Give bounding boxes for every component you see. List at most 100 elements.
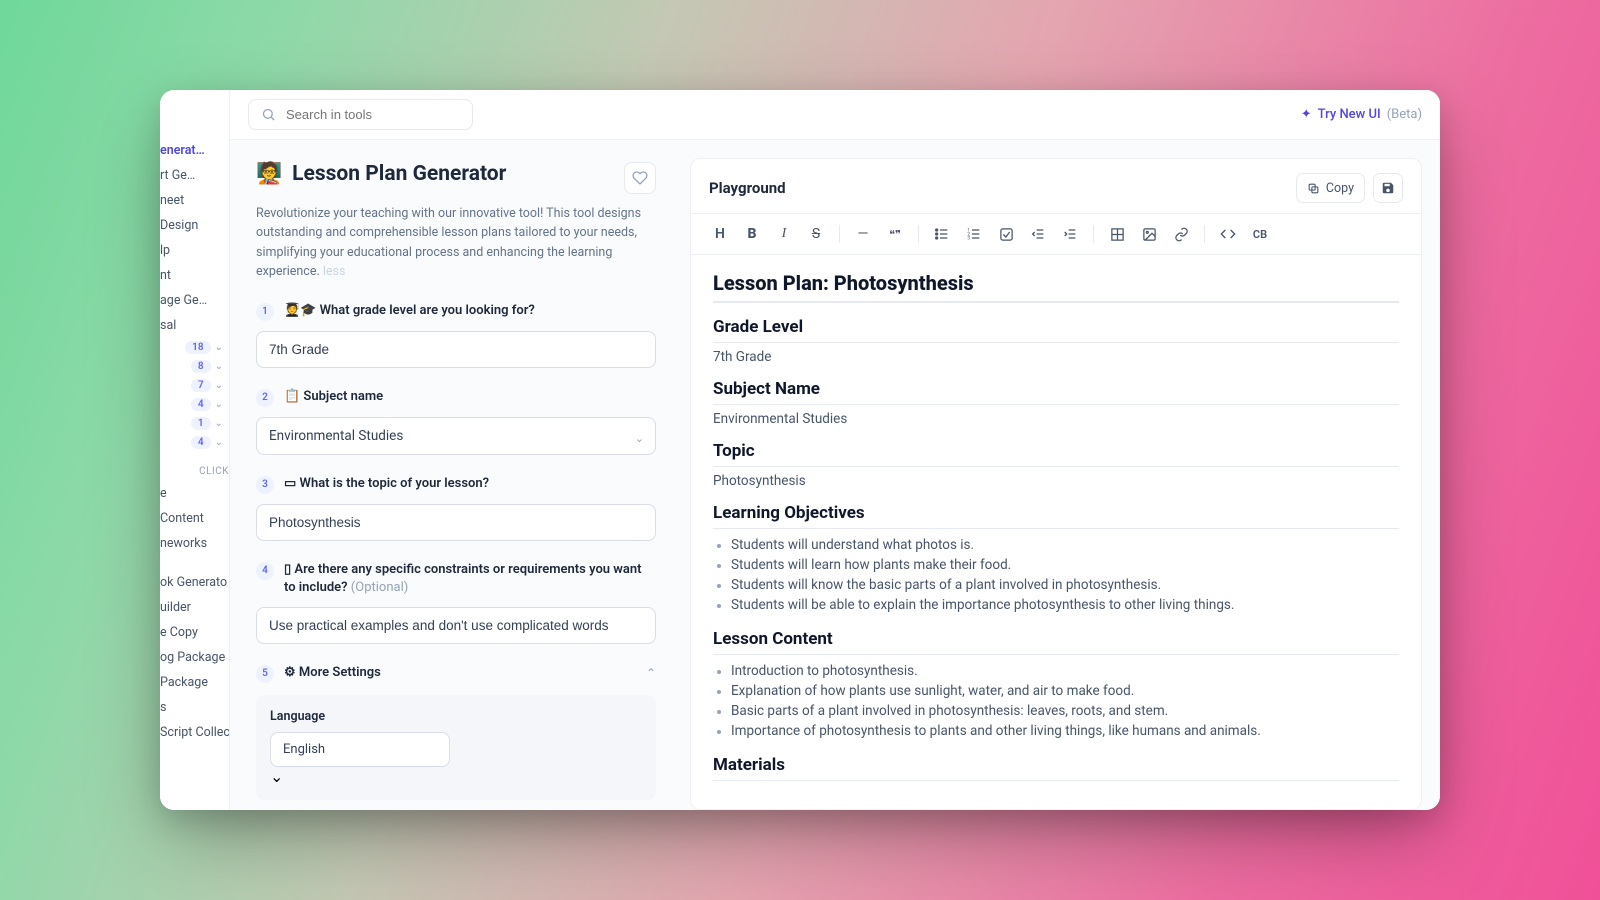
sidebar-collapse-row[interactable]: 8⌄ — [160, 357, 229, 376]
sidebar-collapse-row[interactable]: 4⌄ — [160, 433, 229, 452]
try-new-ui-label: Try New UI — [1318, 107, 1381, 122]
sidebar-item[interactable]: s — [160, 695, 229, 720]
language-select[interactable]: English — [270, 732, 450, 767]
step-label: ⚙ More Settings — [284, 664, 381, 682]
sidebar-item[interactable]: rt Ge… — [160, 163, 229, 188]
image-button[interactable] — [1134, 220, 1164, 248]
step-emoji: ▭ — [284, 476, 296, 491]
output-card: Playground Copy H — [690, 158, 1422, 810]
tool-title-text: Lesson Plan Generator — [292, 162, 506, 186]
step-label: ▭ What is the topic of your lesson? — [284, 475, 489, 493]
step-emoji: 🧑‍🎓🎓 — [284, 303, 316, 318]
step-emoji: ▯ — [284, 562, 291, 577]
chevron-down-icon: ⌄ — [215, 399, 223, 410]
strikethrough-button[interactable]: S — [801, 220, 831, 248]
count-badge: 18 — [185, 341, 210, 354]
codeblock-button[interactable]: CB — [1245, 220, 1275, 248]
step-number: 1 — [256, 303, 274, 321]
link-button[interactable] — [1166, 220, 1196, 248]
doc-heading-content: Lesson Content — [713, 629, 1399, 655]
sidebar-item[interactable]: e — [160, 481, 229, 506]
code-button[interactable] — [1213, 220, 1243, 248]
chevron-down-icon: ⌄ — [215, 380, 223, 391]
step-number: 2 — [256, 389, 274, 407]
list-item: Students will understand what photos is. — [717, 535, 1399, 555]
less-toggle[interactable]: less — [323, 264, 346, 279]
outdent-button[interactable] — [1023, 220, 1053, 248]
search-input[interactable] — [286, 107, 460, 122]
search-box[interactable] — [248, 99, 473, 130]
chevron-down-icon: ⌄ — [215, 437, 223, 448]
sparkle-icon: ✦ — [1301, 107, 1312, 122]
sidebar-item[interactable]: sal — [160, 313, 229, 338]
output-panel: Playground Copy H — [682, 140, 1440, 810]
hr-button[interactable]: — — [848, 220, 878, 248]
heading-button[interactable]: H — [705, 220, 735, 248]
sidebar-item[interactable]: neworks — [160, 531, 229, 556]
list-item: Students will learn how plants make thei… — [717, 555, 1399, 575]
content-list: Introduction to photosynthesis.Explanati… — [713, 661, 1399, 741]
sidebar-item[interactable]: Design — [160, 213, 229, 238]
italic-button[interactable]: I — [769, 220, 799, 248]
sidebar-item[interactable]: neet — [160, 188, 229, 213]
sidebar-item[interactable]: age Ge… — [160, 288, 229, 313]
doc-title: Lesson Plan: Photosynthesis — [713, 271, 1399, 303]
beta-label: (Beta) — [1387, 107, 1422, 122]
favorite-button[interactable] — [624, 162, 656, 194]
doc-heading-subject: Subject Name — [713, 379, 1399, 405]
more-settings-toggle[interactable]: 5 ⚙ More Settings ⌃ — [256, 664, 656, 683]
subject-select[interactable]: Environmental Studies — [256, 417, 656, 455]
chevron-down-icon: ⌄ — [215, 418, 223, 429]
copy-icon — [1307, 182, 1320, 195]
sidebar-item[interactable]: enerat… — [160, 138, 229, 163]
sidebar-item[interactable]: Script Collec — [160, 720, 229, 745]
chevron-down-icon: ⌄ — [270, 767, 283, 786]
sidebar-item[interactable]: Package — [160, 670, 229, 695]
form-step-subject: 2 📋 Subject name Environmental Studies ⌄ — [256, 388, 656, 455]
tool-description: Revolutionize your teaching with our inn… — [256, 204, 656, 282]
sidebar-item[interactable]: ok Generato — [160, 570, 229, 595]
objectives-list: Students will understand what photos is.… — [713, 535, 1399, 615]
toolbar-separator — [1093, 225, 1094, 243]
sidebar-collapse-row[interactable]: 4⌄ — [160, 395, 229, 414]
sidebar-collapse-row[interactable]: 1⌄ — [160, 414, 229, 433]
count-badge: 1 — [191, 417, 211, 430]
try-new-ui-link[interactable]: ✦ Try New UI (Beta) — [1301, 107, 1422, 122]
sidebar-item[interactable]: e Copy — [160, 620, 229, 645]
step-number: 5 — [256, 665, 274, 683]
constraints-input[interactable] — [256, 607, 656, 644]
bullet-list-button[interactable] — [927, 220, 957, 248]
sidebar-item[interactable]: og Package — [160, 645, 229, 670]
quote-button[interactable]: ❝❞ — [880, 220, 910, 248]
save-button[interactable] — [1373, 173, 1403, 203]
grade-input[interactable] — [256, 331, 656, 368]
count-badge: 7 — [191, 379, 211, 392]
sidebar-item[interactable]: lp — [160, 238, 229, 263]
table-button[interactable] — [1102, 220, 1132, 248]
sidebar-item[interactable]: uilder — [160, 595, 229, 620]
sidebar-item[interactable]: Content — [160, 506, 229, 531]
sidebar-collapse-row[interactable]: 18⌄ — [160, 338, 229, 357]
doc-heading-objectives: Learning Objectives — [713, 503, 1399, 529]
list-item: Basic parts of a plant involved in photo… — [717, 701, 1399, 721]
list-item: Students will be able to explain the imp… — [717, 595, 1399, 615]
form-step-constraints: 4 ▯ Are there any specific constraints o… — [256, 561, 656, 644]
copy-button[interactable]: Copy — [1296, 173, 1365, 203]
indent-button[interactable] — [1055, 220, 1085, 248]
bold-button[interactable]: B — [737, 220, 767, 248]
sidebar-collapse-row[interactable]: 7⌄ — [160, 376, 229, 395]
topic-input[interactable] — [256, 504, 656, 541]
form-step-topic: 3 ▭ What is the topic of your lesson? — [256, 475, 656, 541]
step-emoji: 📋 — [284, 389, 300, 404]
ordered-list-button[interactable]: 123 — [959, 220, 989, 248]
more-settings-body: Language English ⌄ — [256, 695, 656, 800]
step-number: 3 — [256, 476, 274, 494]
gear-icon: ⚙ — [284, 665, 296, 680]
checklist-button[interactable] — [991, 220, 1021, 248]
list-item: Importance of photosynthesis to plants a… — [717, 721, 1399, 741]
sidebar-item[interactable]: nt — [160, 263, 229, 288]
tool-icon: 🧑‍🏫 — [256, 162, 282, 186]
form-step-more-settings: 5 ⚙ More Settings ⌃ Language English ⌄ — [256, 664, 656, 800]
count-badge: 4 — [191, 398, 211, 411]
document-body[interactable]: Lesson Plan: Photosynthesis Grade Level … — [691, 255, 1421, 809]
